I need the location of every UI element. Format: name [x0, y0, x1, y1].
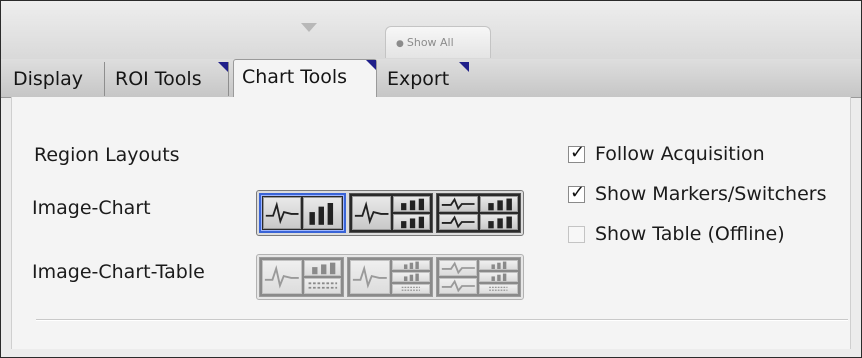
- tab-roi-tools[interactable]: ROI Tools: [107, 62, 229, 96]
- checkbox-box[interactable]: [568, 225, 585, 243]
- bar-chart-pane-icon: [393, 214, 431, 230]
- image-chart-layout-group: [256, 190, 524, 236]
- image-pane-icon: [351, 196, 392, 230]
- image-chart-table-layout-2-button[interactable]: [347, 257, 433, 297]
- image-chart-table-layout-1-button[interactable]: [259, 257, 345, 297]
- ribbon-tab-strip: Display ROI Tools Chart Tools Export: [1, 59, 861, 98]
- region-layouts-heading: Region Layouts: [34, 144, 180, 166]
- follow-acquisition-checkbox[interactable]: ✓ Follow Acquisition: [568, 141, 765, 167]
- bar-chart-pane-icon: [303, 260, 342, 276]
- image-pane-icon: [438, 278, 478, 294]
- dropdown-arrow-icon[interactable]: [301, 23, 317, 32]
- show-table-checkbox[interactable]: Show Table (Offline): [568, 221, 785, 247]
- panel-divider: [36, 319, 848, 321]
- show-markers-checkbox[interactable]: ✓ Show Markers/Switchers: [568, 181, 827, 207]
- chart-tools-panel: Region Layouts Image-Chart Image-Chart-T…: [11, 97, 851, 349]
- image-chart-layout-1-button[interactable]: [259, 193, 346, 233]
- table-pane-icon: [303, 278, 342, 294]
- image-pane-icon: [439, 214, 478, 230]
- show-markers-label: Show Markers/Switchers: [595, 183, 827, 205]
- tab-roi-tools-label: ROI Tools: [115, 68, 202, 90]
- show-all-button[interactable]: ● Show All: [385, 26, 491, 58]
- bar-chart-pane-icon: [479, 272, 518, 282]
- pin-icon: ●: [396, 39, 404, 49]
- tab-menu-corner-icon: [459, 62, 469, 72]
- tab-menu-corner-icon: [218, 62, 228, 72]
- table-pane-icon: [479, 284, 518, 294]
- chart-tools-ribbon-window: ● Show All Display ROI Tools Chart Tools …: [0, 0, 862, 358]
- tab-menu-corner-icon: [366, 60, 376, 70]
- ribbon-top-bar: ● Show All: [1, 1, 861, 59]
- bar-chart-pane-icon: [479, 196, 519, 212]
- tab-export-label: Export: [387, 68, 450, 90]
- tab-display-label: Display: [13, 68, 84, 90]
- checkbox-box[interactable]: ✓: [568, 141, 586, 163]
- image-chart-table-label: Image-Chart-Table: [32, 261, 205, 283]
- image-pane-icon: [263, 197, 302, 229]
- tab-display[interactable]: Display: [5, 62, 105, 96]
- tab-chart-tools[interactable]: Chart Tools: [233, 59, 377, 98]
- image-pane-icon: [262, 260, 302, 294]
- checkmark-icon: ✓: [570, 141, 586, 163]
- image-pane-icon: [350, 260, 390, 294]
- tab-chart-tools-label: Chart Tools: [242, 66, 348, 88]
- checkmark-icon: ✓: [570, 181, 586, 203]
- image-chart-layout-2-button[interactable]: [348, 193, 434, 233]
- image-pane-icon: [438, 260, 478, 276]
- bar-chart-pane-icon: [479, 260, 518, 270]
- tab-export[interactable]: Export: [379, 62, 469, 96]
- show-table-label: Show Table (Offline): [595, 223, 785, 245]
- bar-chart-pane-icon: [303, 197, 342, 229]
- image-chart-layout-3-button[interactable]: [436, 193, 522, 233]
- bar-chart-pane-icon: [392, 260, 430, 270]
- image-chart-label: Image-Chart: [32, 197, 151, 219]
- checkbox-box[interactable]: ✓: [568, 181, 586, 203]
- bar-chart-pane-icon: [479, 214, 519, 230]
- bar-chart-pane-icon: [393, 196, 431, 212]
- bar-chart-pane-icon: [392, 272, 430, 282]
- table-pane-icon: [392, 284, 430, 294]
- image-chart-table-layout-group: [256, 254, 524, 300]
- follow-acquisition-label: Follow Acquisition: [595, 143, 765, 165]
- image-chart-table-layout-3-button[interactable]: [435, 257, 521, 297]
- image-pane-icon: [439, 196, 478, 212]
- show-all-label: Show All: [406, 36, 454, 49]
